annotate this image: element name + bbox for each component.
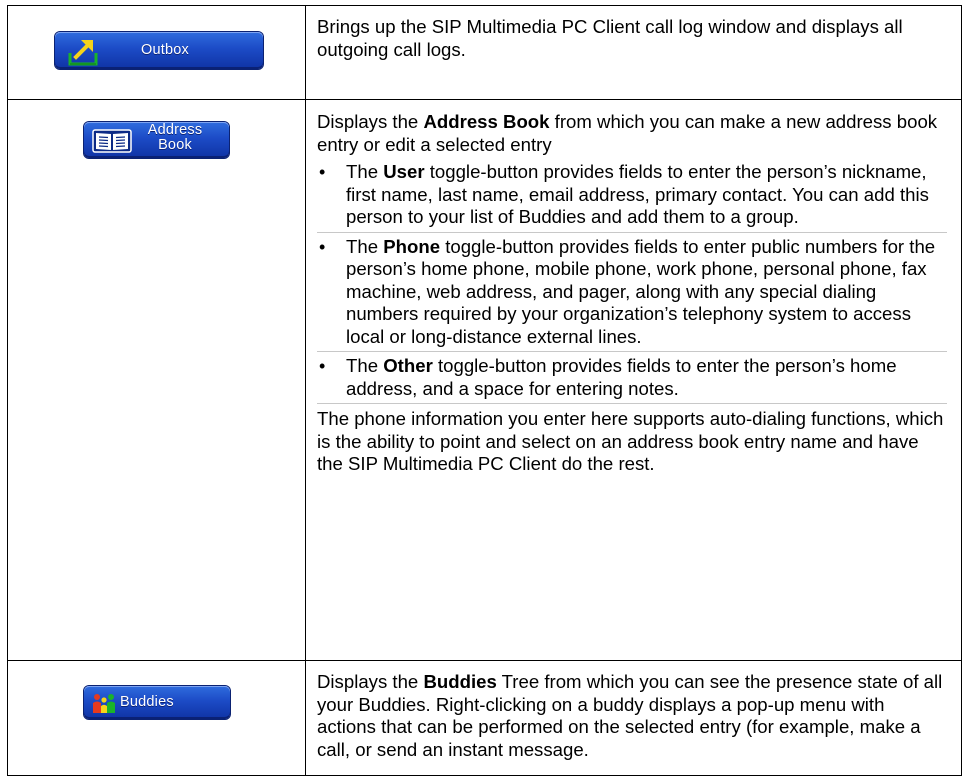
address-book-button-label: Address Book [136,123,214,153]
table-row-address-book: Address Book Displays the Address Book f… [7,99,962,661]
address-book-closing: The phone information you enter here sup… [317,403,947,476]
bullet-glyph: • [319,356,326,376]
address-book-button[interactable]: Address Book [84,122,229,158]
description-cell: Displays the Buddies Tree from which you… [305,660,962,776]
table-row-buddies: Buddies Displays the Buddies Tree from w… [7,660,962,776]
list-item: • The Phone toggle-button provides field… [317,231,947,352]
description-cell: Displays the Address Book from which you… [305,99,962,661]
buddies-description: Displays the Buddies Tree from which you… [317,671,943,760]
list-item: • The Other toggle-button provides field… [317,351,947,403]
button-cell: Address Book [7,99,306,661]
outbox-description: Brings up the SIP Multimedia PC Client c… [317,16,903,60]
bullet-glyph: • [319,236,326,257]
outbox-button[interactable]: Outbox [55,32,263,69]
address-book-label-line2: Book [158,137,192,153]
bullet-glyph: • [319,162,326,182]
button-cell: Buddies [7,660,306,776]
outbox-button-label: Outbox [141,42,189,58]
address-book-bullet-list: • The User toggle-button provides fields… [317,158,947,403]
address-book-intro: Displays the Address Book from which you… [317,111,938,155]
buddies-button-label: Buddies [120,694,174,710]
description-cell: Brings up the SIP Multimedia PC Client c… [305,5,962,100]
list-item: • The User toggle-button provides fields… [319,161,929,227]
outbox-icon [68,40,98,66]
address-book-label-line1: Address [147,122,203,138]
address-book-icon [92,129,132,153]
feature-table: Outbox Brings up the SIP Multimedia PC C… [7,5,962,776]
buddies-icon [93,694,115,713]
button-cell: Outbox [7,5,306,100]
table-row-outbox: Outbox Brings up the SIP Multimedia PC C… [7,5,962,100]
buddies-button[interactable]: Buddies [84,686,230,719]
